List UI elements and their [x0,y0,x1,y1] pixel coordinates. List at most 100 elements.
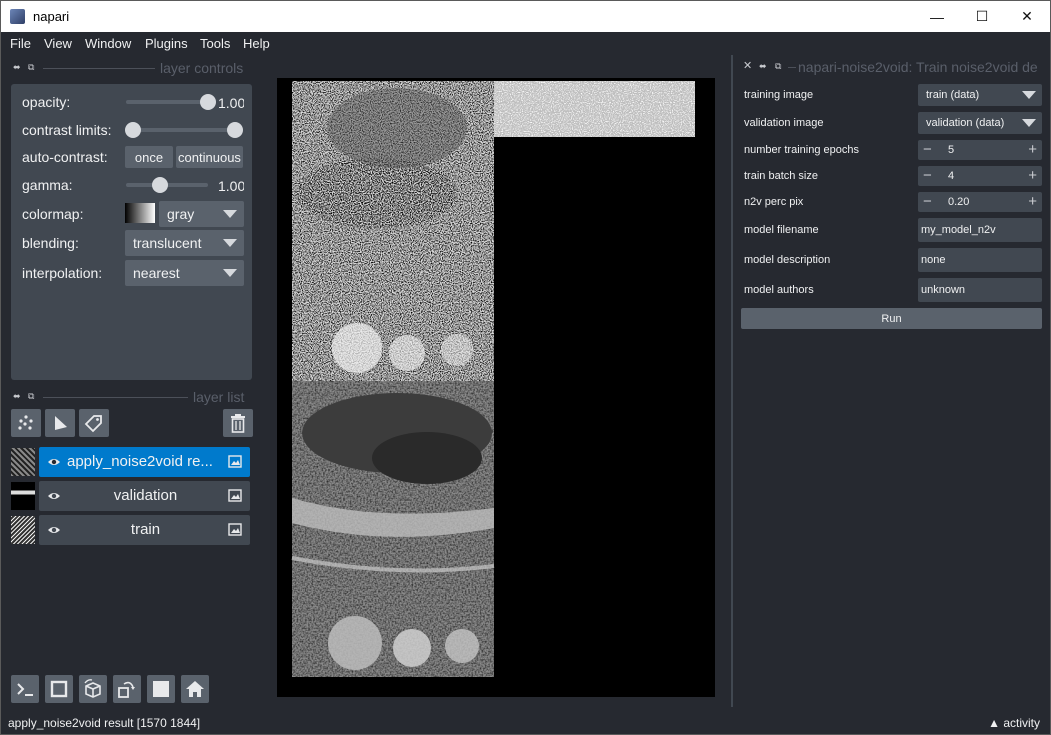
decrement-button[interactable]: − [923,193,932,210]
layer-thumbnail [11,516,35,544]
minimize-button[interactable]: — [914,1,960,32]
image-layer-icon [228,489,242,502]
undock-icon[interactable]: ⧉ [28,391,34,402]
image-layer-icon [228,455,242,468]
layer-item-validation[interactable]: validation [9,481,250,511]
new-labels-layer-button[interactable] [79,409,109,437]
colormap-value: gray [167,206,195,222]
layer-item-body: train [39,515,250,545]
menu-bar: File View Window Plugins Tools Help [1,32,1050,55]
opacity-slider[interactable] [126,100,208,104]
close-icon[interactable]: ✕ [743,59,752,72]
gamma-slider-handle[interactable] [152,177,169,193]
increment-button[interactable]: + [1028,167,1037,184]
gamma-value: 1.00 [218,178,244,194]
undock-icon[interactable]: ⧉ [28,62,34,73]
image-canvas[interactable] [277,78,715,697]
menu-view[interactable]: View [44,36,72,51]
perc-pix-spinbox[interactable]: − 0.20 + [918,192,1042,212]
run-button[interactable]: Run [741,308,1042,329]
new-shapes-layer-button[interactable] [45,409,75,437]
opacity-slider-handle[interactable] [200,94,216,110]
increment-button[interactable]: + [1028,141,1037,158]
model-authors-input[interactable]: unknown [918,278,1042,302]
batch-size-label: train batch size [744,170,818,182]
model-filename-label: model filename [744,224,819,236]
menu-window[interactable]: Window [85,36,131,51]
home-icon [186,681,204,697]
eye-icon[interactable] [47,455,61,469]
layer-item-body: validation [39,481,250,511]
eye-icon[interactable] [47,523,61,537]
float-icon[interactable]: ⬌ [13,62,21,73]
chevron-down-icon [223,210,237,218]
roll-dimensions-button[interactable] [79,675,107,703]
noise2void-train-widget: ✕ ⬌ ⧉ napari-noise2void: Train noise2voi… [736,55,1050,715]
decrement-button[interactable]: − [923,167,932,184]
gamma-label: gamma: [22,177,73,193]
epochs-label: number training epochs [744,144,859,156]
batch-size-spinbox[interactable]: − 4 + [918,166,1042,186]
terminal-icon [17,683,33,696]
model-authors-label: model authors [744,284,814,296]
auto-contrast-once-button[interactable]: once [125,146,173,168]
contrast-limits-slider[interactable] [134,128,234,132]
menu-plugins[interactable]: Plugins [145,36,188,51]
plugin-header: ✕ ⬌ ⧉ napari-noise2void: Train noise2voi… [741,59,1047,75]
toggle-ndisplay-button[interactable] [45,675,73,703]
new-points-layer-button[interactable] [11,409,41,437]
layer-thumbnail [11,448,35,476]
header-divider [788,67,796,68]
chevron-down-icon [1022,119,1036,127]
colormap-dropdown[interactable]: gray [159,201,244,227]
layer-item-body: apply_noise2void re... [39,447,250,477]
validation-image-value: validation (data) [926,117,1005,129]
layer-name: validation [113,487,178,504]
contrast-max-handle[interactable] [227,122,243,138]
console-button[interactable] [11,675,39,703]
layer-item-apply-noise2void[interactable]: apply_noise2void re... [9,447,250,477]
auto-contrast-continuous-button[interactable]: continuous [176,146,243,168]
toggle-grid-button[interactable] [147,675,175,703]
reset-view-button[interactable] [181,675,209,703]
menu-tools[interactable]: Tools [200,36,230,51]
blending-dropdown[interactable]: translucent [125,230,244,256]
epochs-spinbox[interactable]: − 5 + [918,140,1042,160]
training-image-dropdown[interactable]: train (data) [918,84,1042,106]
transpose-dimensions-button[interactable] [113,675,141,703]
undock-icon[interactable]: ⧉ [775,61,781,72]
menu-file[interactable]: File [10,36,31,51]
contrast-limits-label: contrast limits: [22,122,112,138]
model-filename-input[interactable]: my_model_n2v [918,218,1042,242]
increment-button[interactable]: + [1028,193,1037,210]
trash-icon [231,414,245,433]
eye-icon[interactable] [47,489,61,503]
contrast-min-handle[interactable] [125,122,141,138]
layer-item-train[interactable]: train [9,515,250,545]
float-icon[interactable]: ⬌ [13,391,21,402]
blending-label: blending: [22,235,79,251]
maximize-button[interactable]: ☐ [959,1,1005,32]
layer-controls-title: layer controls [160,60,244,76]
close-button[interactable]: ✕ [1004,1,1050,32]
layer-thumbnail [11,482,35,510]
interpolation-dropdown[interactable]: nearest [125,260,244,286]
layer-name: train [130,521,161,538]
menu-help[interactable]: Help [243,36,270,51]
chevron-down-icon [223,269,237,277]
auto-contrast-label: auto-contrast: [22,149,108,165]
model-description-input[interactable]: none [918,248,1042,272]
model-authors-value: unknown [921,284,966,296]
float-icon[interactable]: ⬌ [759,61,767,72]
activity-toggle[interactable]: ▲ activity [988,716,1040,730]
points-icon [18,415,33,430]
window-title: napari [33,9,70,24]
perc-pix-label: n2v perc pix [744,196,804,208]
status-bar: apply_noise2void result [1570 1844] ▲ ac… [1,714,1050,734]
square-icon [50,680,68,698]
decrement-button[interactable]: − [923,141,932,158]
validation-image-dropdown[interactable]: validation (data) [918,112,1042,134]
delete-layer-button[interactable] [223,409,253,437]
dock-splitter[interactable] [731,55,733,707]
label-tag-icon [84,415,102,433]
